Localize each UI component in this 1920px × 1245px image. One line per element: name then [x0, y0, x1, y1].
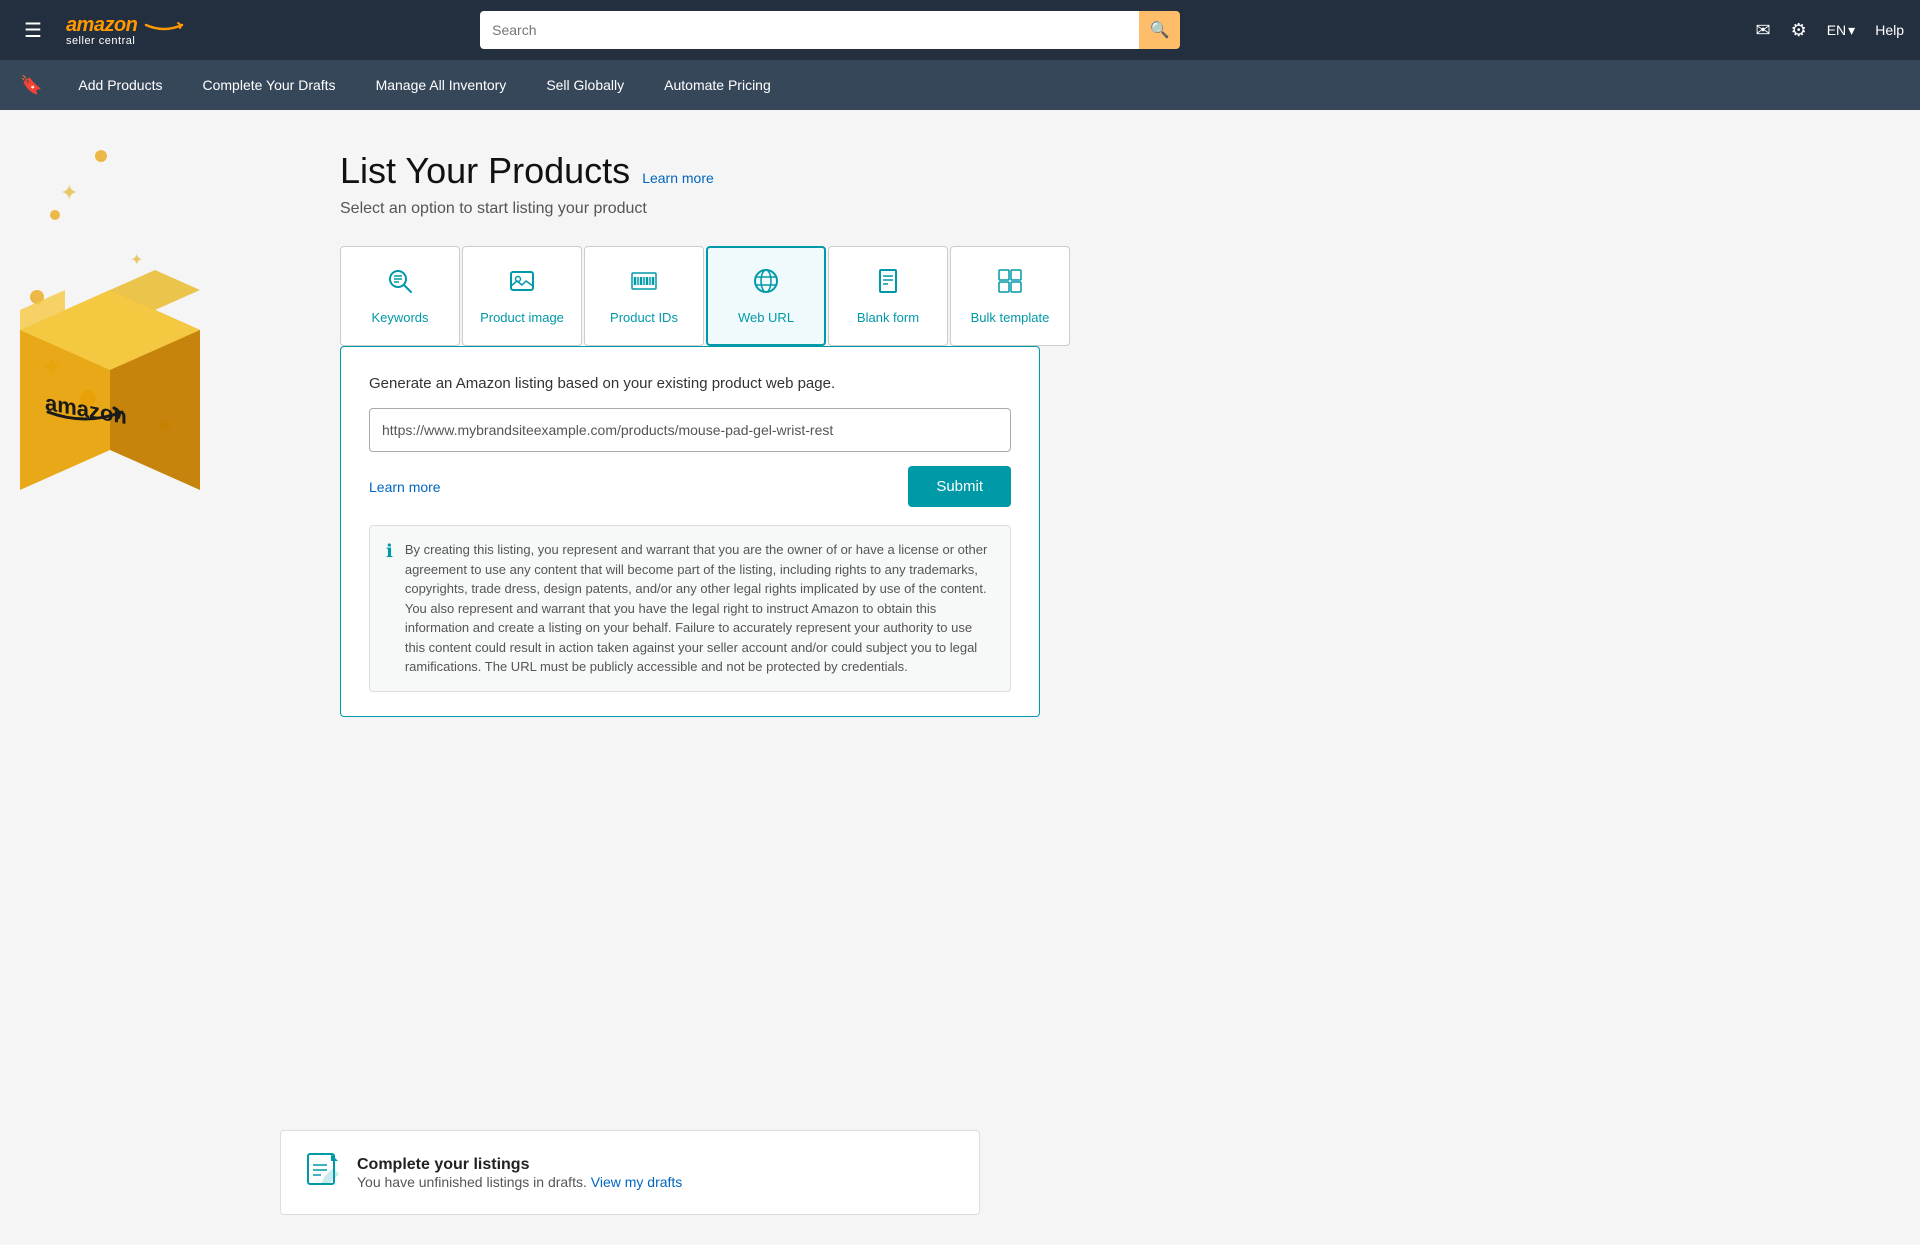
banner-text-area: Complete your listings You have unfinish…: [357, 1156, 682, 1190]
deco-dot: [50, 210, 60, 220]
help-link[interactable]: Help: [1875, 22, 1904, 38]
banner-subtitle: You have unfinished listings in drafts. …: [357, 1174, 682, 1190]
seller-central-text: seller central: [66, 35, 135, 47]
option-cards-container: Keywords Product image Product IDs Web U…: [340, 246, 1140, 346]
banner-title: Complete your listings: [357, 1156, 682, 1174]
automate-pricing-label: Automate Pricing: [664, 77, 771, 93]
page-title-text: List Your Products: [340, 150, 630, 191]
complete-listings-banner: Complete your listings You have unfinish…: [280, 1130, 980, 1215]
bulk-template-label: Bulk template: [971, 310, 1050, 325]
chevron-down-icon: ▾: [1848, 22, 1855, 39]
sidebar-item-sell-globally[interactable]: Sell Globally: [526, 60, 644, 110]
product-image-icon: [508, 267, 536, 302]
web-url-label: Web URL: [738, 310, 794, 325]
view-my-drafts-link[interactable]: View my drafts: [591, 1174, 683, 1190]
search-container: 🔍: [480, 11, 1180, 49]
legal-notice: ℹ By creating this listing, you represen…: [369, 525, 1011, 692]
sidebar-item-add-products[interactable]: Add Products: [58, 60, 182, 110]
search-button[interactable]: 🔍: [1139, 11, 1180, 49]
bottom-section: Complete your listings You have unfinish…: [0, 1110, 1920, 1245]
amazon-logo: amazon: [66, 14, 185, 37]
deco-dot: [95, 150, 107, 162]
language-label: EN: [1827, 22, 1846, 38]
keywords-icon: [386, 267, 414, 302]
sell-globally-label: Sell Globally: [546, 77, 624, 93]
logo-area: amazon seller central: [66, 14, 185, 47]
settings-button[interactable]: ⚙: [1791, 20, 1807, 41]
amazon-box-illustration: amazon: [0, 230, 230, 510]
legal-text: By creating this listing, you represent …: [405, 540, 994, 677]
secondary-navigation: 🔖 Add Products Complete Your Drafts Mana…: [0, 60, 1920, 110]
sidebar-item-complete-drafts[interactable]: Complete Your Drafts: [182, 60, 355, 110]
page-title-row: List Your Products Learn more: [340, 150, 1140, 192]
submit-button[interactable]: Submit: [908, 466, 1011, 507]
product-ids-label: Product IDs: [610, 310, 678, 325]
left-decoration: ✦ ✦ ✦ amazon: [0, 110, 280, 1110]
view-drafts-text: View my drafts: [591, 1174, 683, 1190]
url-input[interactable]: [369, 408, 1011, 452]
title-learn-more-text: Learn more: [642, 170, 714, 186]
content-learn-more-text: Learn more: [369, 479, 441, 495]
option-card-web-url[interactable]: Web URL: [706, 246, 826, 346]
keywords-label: Keywords: [371, 310, 428, 325]
content-learn-more-link[interactable]: Learn more: [369, 479, 441, 495]
product-image-label: Product image: [480, 310, 564, 325]
option-card-bulk-template[interactable]: Bulk template: [950, 246, 1070, 346]
blank-form-label: Blank form: [857, 310, 919, 325]
mail-button[interactable]: ✉: [1755, 20, 1770, 41]
option-card-keywords[interactable]: Keywords: [340, 246, 460, 346]
web-url-content-box: Generate an Amazon listing based on your…: [340, 346, 1040, 717]
blank-form-icon: [874, 267, 902, 302]
search-icon: 🔍: [1150, 20, 1170, 40]
submit-label: Submit: [936, 478, 983, 495]
title-learn-more-link[interactable]: Learn more: [642, 170, 714, 186]
option-card-product-image[interactable]: Product image: [462, 246, 582, 346]
search-input[interactable]: [480, 11, 1139, 49]
manage-inventory-label: Manage All Inventory: [376, 77, 507, 93]
box-actions: Learn more Submit: [369, 466, 1011, 507]
top-navigation: ☰ amazon seller central 🔍 ✉ ⚙ EN ▾: [0, 0, 1920, 60]
sidebar-item-automate-pricing[interactable]: Automate Pricing: [644, 60, 791, 110]
page-subtitle: Select an option to start listing your p…: [340, 200, 1140, 218]
option-card-product-ids[interactable]: Product IDs: [584, 246, 704, 346]
language-selector[interactable]: EN ▾: [1827, 22, 1855, 39]
logo-amazon-text: amazon: [66, 14, 137, 36]
bookmark-icon: 🔖: [20, 75, 42, 96]
hamburger-menu-button[interactable]: ☰: [16, 14, 50, 47]
deco-star: ✦: [60, 180, 78, 206]
seller-central-label: seller central: [66, 35, 135, 47]
amazon-smile-icon: [144, 19, 184, 31]
bulk-template-icon: [996, 267, 1024, 302]
content-box-description: Generate an Amazon listing based on your…: [369, 375, 1011, 392]
add-products-label: Add Products: [78, 77, 162, 93]
page-content-area: List Your Products Learn more Select an …: [280, 110, 1180, 1110]
drafts-icon: [305, 1151, 341, 1194]
complete-drafts-label: Complete Your Drafts: [202, 77, 335, 93]
mail-icon: ✉: [1755, 20, 1770, 40]
page-title: List Your Products: [340, 150, 630, 192]
product-ids-icon: [630, 267, 658, 302]
help-label: Help: [1875, 22, 1904, 38]
info-icon: ℹ: [386, 541, 393, 677]
web-url-icon: [752, 267, 780, 302]
page-subtitle-text: Select an option to start listing your p…: [340, 200, 647, 217]
sidebar-item-manage-inventory[interactable]: Manage All Inventory: [356, 60, 527, 110]
nav-right: ✉ ⚙ EN ▾ Help: [1755, 20, 1904, 41]
banner-subtitle-text: You have unfinished listings in drafts.: [357, 1174, 587, 1190]
option-card-blank-form[interactable]: Blank form: [828, 246, 948, 346]
main-content: ✦ ✦ ✦ amazon List Your Products: [0, 110, 1920, 1110]
gear-icon: ⚙: [1791, 20, 1807, 40]
hamburger-icon: ☰: [24, 20, 42, 42]
